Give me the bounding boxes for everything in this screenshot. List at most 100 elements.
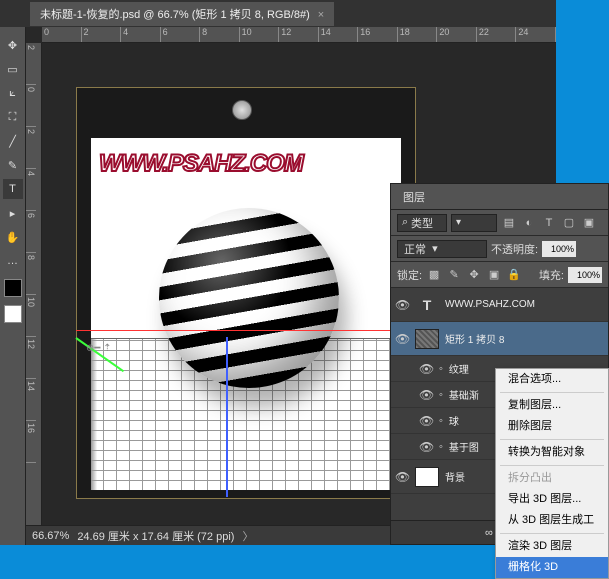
menu-item[interactable]: 混合选项... [496, 369, 608, 390]
visibility-icon[interactable]: 👁 [395, 298, 409, 312]
layer-search[interactable]: ⌕ 类型 [397, 214, 447, 232]
sublayer-icon: ◦ [439, 363, 443, 375]
toolbox: ✥ ▭ ⟀ ⛶ ╱ ✎ T ▸ ✋ … [0, 27, 26, 545]
3d-gizmo-icon[interactable]: ⊕━ ⇡ [86, 343, 112, 354]
layer-filter-row: ⌕ 类型 ▾ ▤ ◐ T ▢ ▣ [391, 210, 608, 236]
lock-brush-icon[interactable]: ✎ [446, 268, 462, 282]
layer-name: 基础渐 [449, 387, 479, 402]
zoom-tool[interactable]: … [3, 251, 23, 271]
visibility-icon[interactable]: 👁 [395, 332, 409, 346]
ruler-tick: 22 [477, 27, 517, 42]
sublayer-icon: ◦ [439, 415, 443, 427]
lock-artboard-icon[interactable]: ▣ [486, 268, 502, 282]
menu-item[interactable]: 转换为智能对象 [496, 442, 608, 463]
ruler-tick: 16 [358, 27, 398, 42]
ruler-vertical: 20246810121416 [26, 43, 42, 545]
path-tool[interactable]: ▸ [3, 203, 23, 223]
bg-swatch[interactable] [4, 305, 22, 323]
layer-name: 矩形 1 拷贝 8 [445, 331, 504, 346]
visibility-icon[interactable]: 👁 [419, 388, 433, 402]
ruler-tick: 2 [26, 43, 36, 85]
statusbar-menu-icon[interactable]: 〉 [242, 528, 253, 544]
layers-tab[interactable]: 图层 [391, 184, 437, 209]
fill-label: 填充: [539, 267, 564, 283]
ruler-horizontal: 024681012141618202224 [42, 27, 556, 43]
artboard: WWW.PSAHZ.COM [91, 138, 401, 490]
ruler-tick: 6 [161, 27, 201, 42]
layer-row[interactable]: 👁 矩形 1 拷贝 8 [391, 322, 608, 356]
ruler-tick: 12 [26, 337, 36, 379]
canvas-frame[interactable]: WWW.PSAHZ.COM [76, 87, 416, 499]
visibility-icon[interactable]: 👁 [395, 470, 409, 484]
ruler-tick: 6 [26, 211, 36, 253]
layer-thumb [415, 467, 439, 487]
footer-icon[interactable]: ∞ [485, 527, 493, 539]
axis-z-blue [226, 337, 228, 497]
layer-name: 纹理 [449, 361, 469, 376]
filter-dropdown[interactable]: ▾ [451, 214, 497, 232]
layer-name: WWW.PSAHZ.COM [445, 299, 535, 310]
ruler-tick: 18 [398, 27, 438, 42]
ruler-tick: 2 [82, 27, 122, 42]
crop-tool[interactable]: ⛶ [3, 107, 23, 127]
ruler-tick: 4 [26, 169, 36, 211]
document-tab[interactable]: 未标题-1-恢复的.psd @ 66.7% (矩形 1 拷贝 8, RGB/8#… [30, 2, 334, 26]
layer-thumb [415, 329, 439, 349]
ruler-tick: 14 [319, 27, 359, 42]
ruler-tick: 8 [200, 27, 240, 42]
lock-pixels-icon[interactable]: ▩ [426, 268, 442, 282]
filter-shape-icon[interactable]: ▢ [561, 216, 577, 230]
eyedropper-tool[interactable]: ╱ [3, 131, 23, 151]
menu-item[interactable]: 栅格化 3D [496, 557, 608, 578]
menu-item[interactable]: 复制图层... [496, 395, 608, 416]
ruler-tick: 10 [26, 295, 36, 337]
ruler-tick: 0 [42, 27, 82, 42]
menu-separator [500, 465, 604, 466]
ruler-tick: 10 [240, 27, 280, 42]
ruler-tick: 0 [26, 85, 36, 127]
opacity-input[interactable]: 100% [542, 241, 576, 257]
lock-all-icon[interactable]: 🔒 [506, 268, 522, 282]
blend-row: 正常 ▾ 不透明度: 100% [391, 236, 608, 262]
filter-image-icon[interactable]: ▤ [501, 216, 517, 230]
watermark-text: WWW.PSAHZ.COM [99, 150, 303, 178]
lasso-tool[interactable]: ⟀ [3, 83, 23, 103]
sublayer-icon: ◦ [439, 389, 443, 401]
visibility-icon[interactable]: 👁 [419, 362, 433, 376]
ruler-tick: 8 [26, 253, 36, 295]
menu-item[interactable]: 从 3D 图层生成工 [496, 510, 608, 531]
blend-mode-select[interactable]: 正常 ▾ [397, 240, 487, 258]
fill-input[interactable]: 100% [568, 267, 602, 283]
move-tool[interactable]: ✥ [3, 35, 23, 55]
type-tool[interactable]: T [3, 179, 23, 199]
ruler-tick: 24 [516, 27, 556, 42]
search-icon: ⌕ [402, 216, 408, 229]
menu-item[interactable]: 导出 3D 图层... [496, 489, 608, 510]
brush-tool[interactable]: ✎ [3, 155, 23, 175]
ruler-tick: 2 [26, 127, 36, 169]
visibility-icon[interactable]: 👁 [419, 440, 433, 454]
filter-type-icon[interactable]: T [541, 216, 557, 230]
layer-row[interactable]: 👁 T WWW.PSAHZ.COM [391, 288, 608, 322]
lock-move-icon[interactable]: ✥ [466, 268, 482, 282]
filter-smart-icon[interactable]: ▣ [581, 216, 597, 230]
panel-tabs: 图层 [391, 184, 608, 210]
doc-dimensions: 24.69 厘米 x 17.64 厘米 (72 ppi) [77, 528, 234, 544]
marquee-tool[interactable]: ▭ [3, 59, 23, 79]
layer-thumb: T [415, 295, 439, 315]
ruler-tick: 12 [279, 27, 319, 42]
layer-name: 基于图 [449, 439, 479, 454]
ruler-tick: 20 [437, 27, 477, 42]
light-widget-icon[interactable] [232, 100, 252, 120]
hand-tool[interactable]: ✋ [3, 227, 23, 247]
menu-item[interactable]: 删除图层 [496, 416, 608, 437]
ruler-tick: 4 [121, 27, 161, 42]
menu-item[interactable]: 渲染 3D 图层 [496, 536, 608, 557]
fg-swatch[interactable] [4, 279, 22, 297]
filter-adjust-icon[interactable]: ◐ [521, 216, 537, 230]
zoom-value[interactable]: 66.67% [32, 530, 69, 542]
sublayer-icon: ◦ [439, 441, 443, 453]
visibility-icon[interactable]: 👁 [419, 414, 433, 428]
layer-name: 背景 [445, 469, 465, 484]
ruler-tick: 14 [26, 379, 36, 421]
